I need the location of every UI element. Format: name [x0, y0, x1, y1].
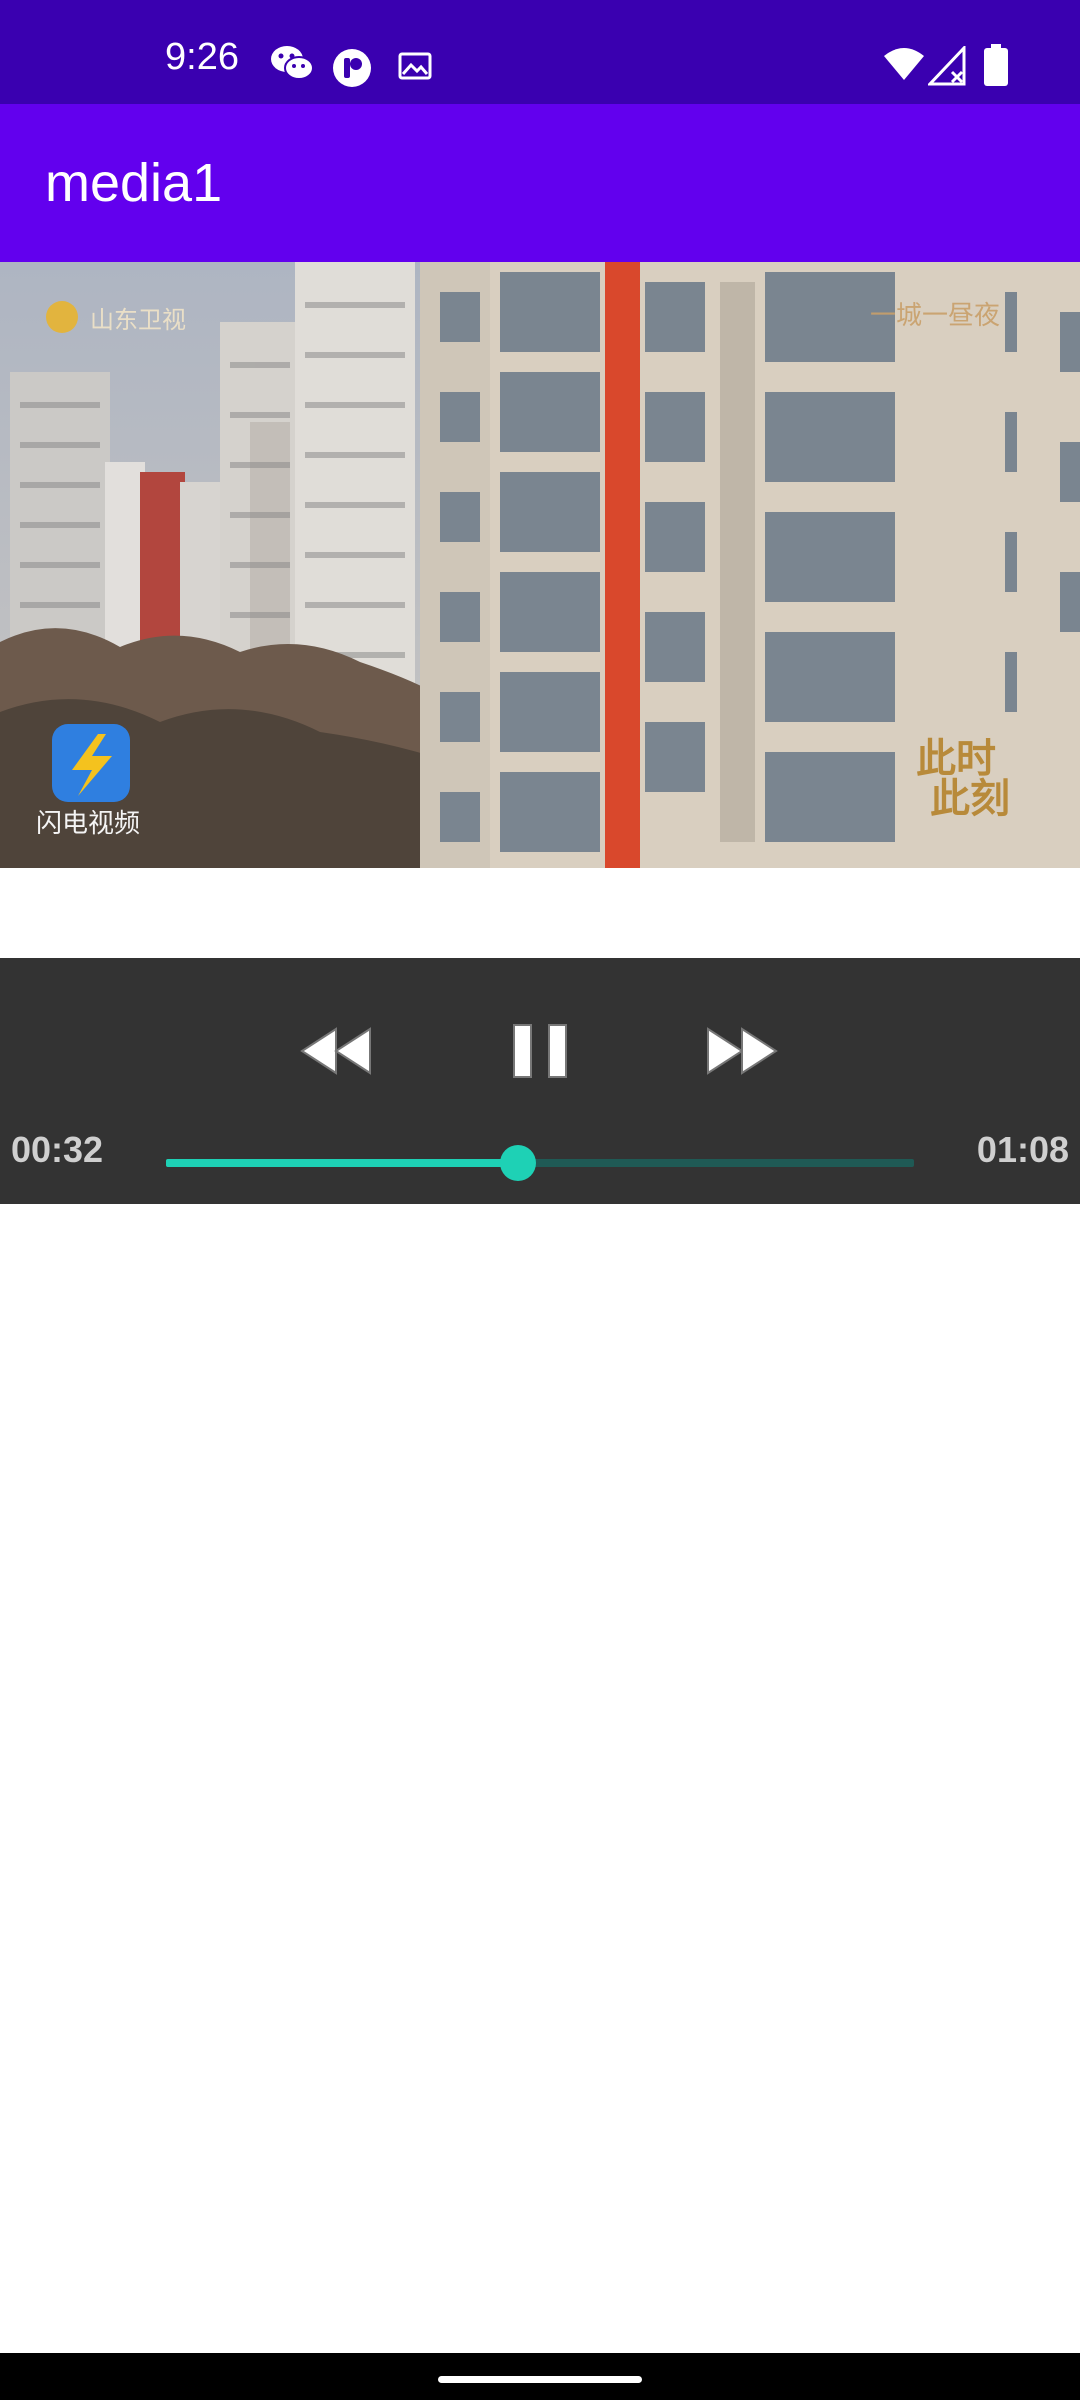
pause-button[interactable] [490, 1011, 590, 1091]
image-icon [398, 52, 432, 80]
navigation-bar [0, 2353, 1080, 2400]
video-frame: 山东卫视 一城一昼夜 闪电视频 此时 此刻 [0, 262, 1080, 868]
pause-icon [513, 1024, 567, 1078]
wechat-icon [271, 46, 314, 80]
current-time: 00:32 [11, 1129, 104, 1170]
seek-bar[interactable] [166, 1145, 914, 1181]
channel-logo: 山东卫视 [46, 301, 186, 334]
status-bar: 9:26 [0, 0, 1080, 104]
wifi-icon [884, 48, 924, 80]
battery-icon [984, 44, 1008, 86]
fast-forward-icon [707, 1027, 778, 1075]
svg-text:此刻: 此刻 [930, 776, 1010, 822]
video-view[interactable]: 山东卫视 一城一昼夜 闪电视频 此时 此刻 [0, 262, 1080, 868]
svg-text:山东卫视: 山东卫视 [90, 306, 186, 334]
app-notification-icon [333, 49, 371, 87]
rewind-button[interactable] [288, 1011, 388, 1091]
media-controller: 00:32 01:08 [0, 958, 1080, 1204]
svg-text:闪电视频: 闪电视频 [36, 809, 140, 839]
app-title: media1 [45, 153, 223, 213]
signal-icon [928, 46, 966, 86]
status-time: 9:26 [165, 36, 239, 78]
seek-progress [166, 1159, 518, 1167]
home-gesture-handle[interactable] [438, 2376, 642, 2383]
fast-forward-button[interactable] [690, 1011, 790, 1091]
total-time: 01:08 [976, 1129, 1069, 1170]
program-logo: 此时 此刻 [916, 736, 1010, 822]
rewind-icon [300, 1027, 371, 1075]
app-bar: media1 [0, 104, 1080, 262]
top-right-watermark: 一城一昼夜 [870, 301, 1000, 331]
seek-thumb[interactable] [499, 1145, 536, 1181]
